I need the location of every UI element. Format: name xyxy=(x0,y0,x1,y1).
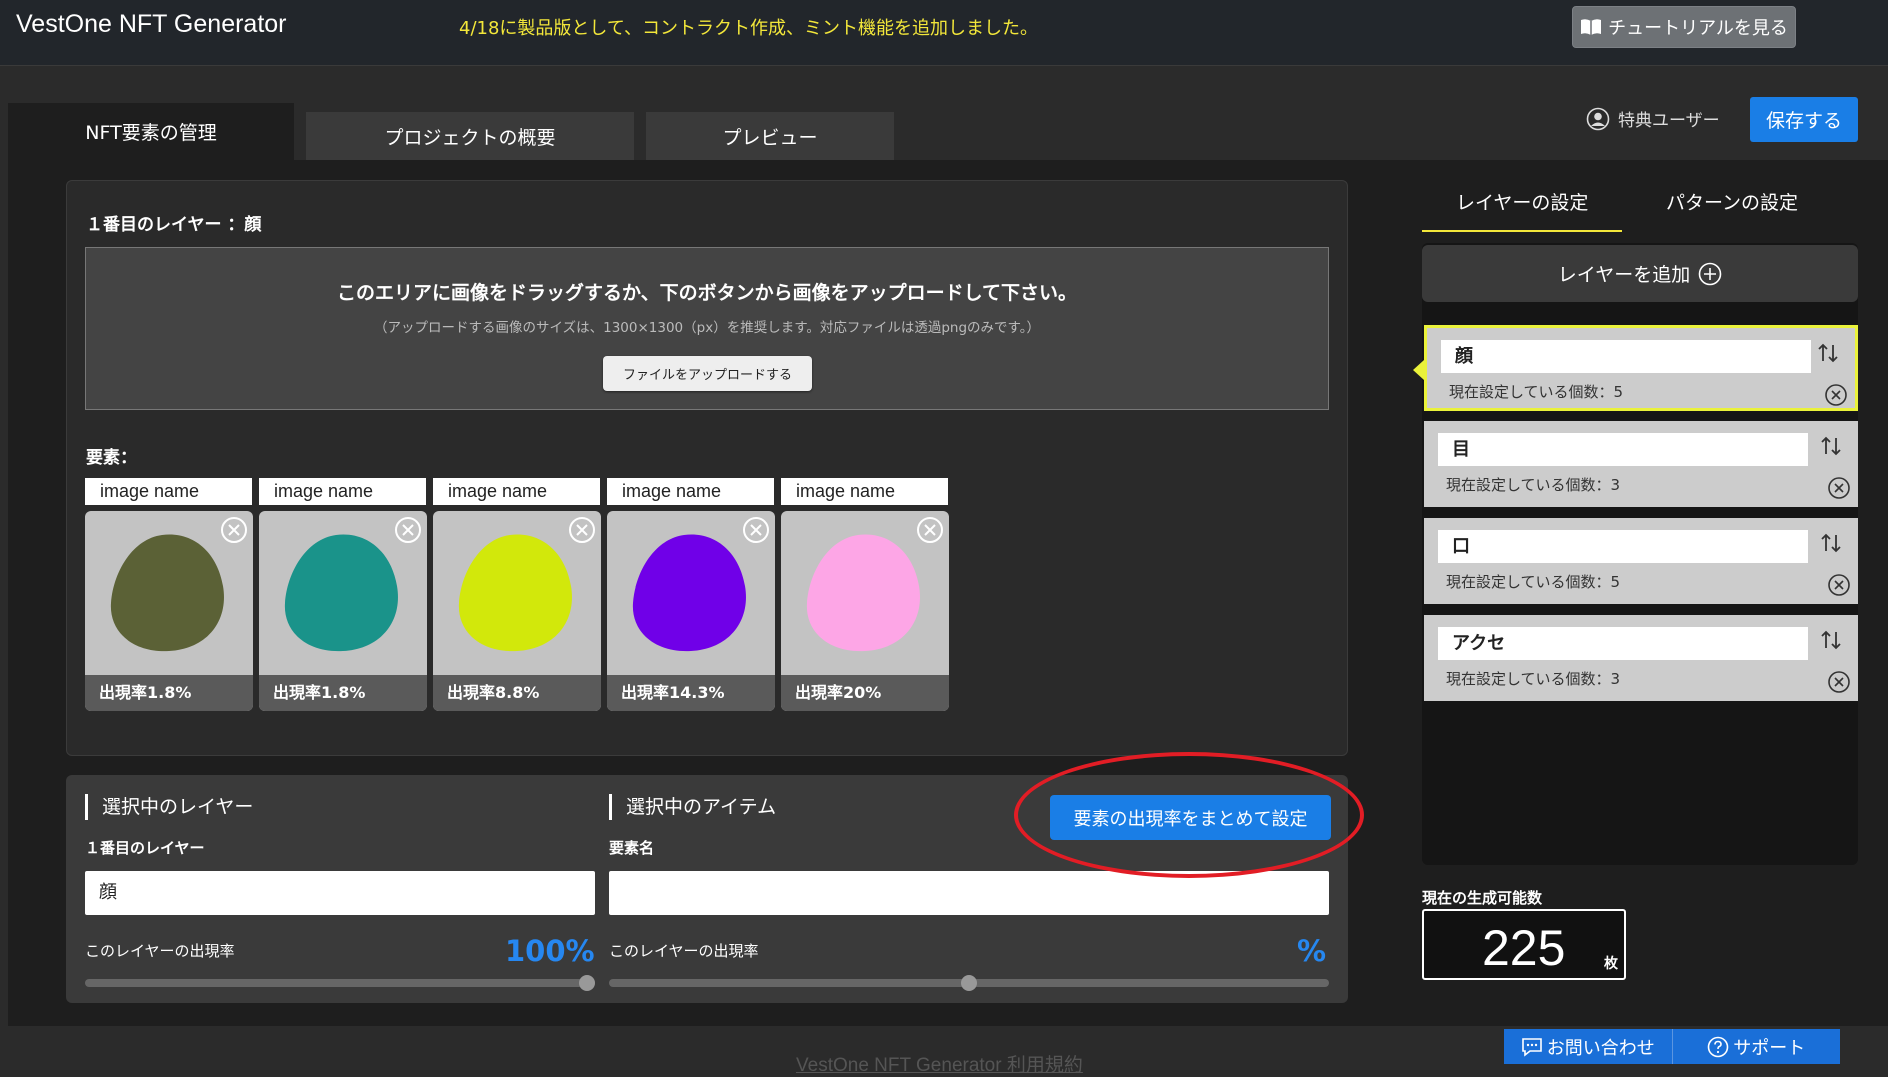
tab-nft-elements[interactable]: NFT要素の管理 xyxy=(8,103,294,160)
element-name-input[interactable]: image name xyxy=(85,478,252,505)
remove-element-icon[interactable] xyxy=(393,515,423,545)
element-card[interactable]: 出現率14.3% xyxy=(607,511,775,711)
layer-name-field[interactable]: 顔 xyxy=(85,871,595,915)
element-rate: 出現率8.8% xyxy=(433,675,601,711)
layer-item-name[interactable]: 顔 xyxy=(1441,340,1811,373)
generatable-count-label: 現在の生成可能数 xyxy=(1422,889,1543,907)
layer-rate-slider[interactable] xyxy=(85,975,595,991)
selected-layer-title: 選択中のレイヤー xyxy=(85,794,253,820)
element-name-input[interactable]: image name xyxy=(607,478,774,505)
app-title: VestOne NFT Generator xyxy=(16,10,287,38)
element-name-input[interactable]: image name xyxy=(259,478,426,505)
layer-item-name[interactable]: 目 xyxy=(1438,433,1808,466)
tutorial-button[interactable]: チュートリアルを見る xyxy=(1572,6,1796,48)
tab-preview[interactable]: プレビュー xyxy=(646,112,894,160)
item-rate-value: % xyxy=(1297,934,1327,968)
item-name-field[interactable] xyxy=(609,871,1329,915)
layer-item[interactable]: 目 現在設定している個数：3 xyxy=(1424,421,1858,507)
remove-element-icon[interactable] xyxy=(219,515,249,545)
tab-pattern-settings[interactable]: パターンの設定 xyxy=(1666,188,1798,215)
sort-icon[interactable] xyxy=(1820,532,1842,554)
layer-rate-slider-knob[interactable] xyxy=(579,975,595,991)
remove-element-icon[interactable] xyxy=(741,515,771,545)
element-card[interactable]: 出現率1.8% xyxy=(85,511,253,711)
element-rate: 出現率14.3% xyxy=(607,675,775,711)
support-label: サポート xyxy=(1733,1037,1806,1059)
item-rate-slider[interactable] xyxy=(609,975,1329,991)
remove-layer-icon[interactable] xyxy=(1826,572,1852,598)
remove-element-icon[interactable] xyxy=(915,515,945,545)
item-rate-label: このレイヤーの出現率 xyxy=(609,942,759,960)
remove-layer-icon[interactable] xyxy=(1826,475,1852,501)
dropzone-subtitle: （アップロードする画像のサイズは、1300×1300（px）を推奨します。対応フ… xyxy=(374,320,1040,336)
layer-item-name[interactable]: 口 xyxy=(1438,530,1808,563)
elements-label: 要素： xyxy=(86,448,137,468)
sort-icon[interactable] xyxy=(1817,342,1839,364)
user-label: 特典ユーザー xyxy=(1618,111,1720,131)
plus-circle-icon xyxy=(1698,262,1722,285)
layer-item-count: 現在設定している個数：5 xyxy=(1449,383,1624,401)
element-thumbnail xyxy=(284,534,398,652)
question-circle-icon xyxy=(1707,1036,1729,1057)
chat-icon xyxy=(1521,1037,1542,1057)
layer-item[interactable]: アクセ 現在設定している個数：3 xyxy=(1424,615,1858,701)
element-thumbnail xyxy=(110,534,224,652)
tutorial-label: チュートリアルを見る xyxy=(1608,18,1788,39)
tab-layer-settings[interactable]: レイヤーの設定 xyxy=(1456,188,1588,215)
generatable-count-box: 225 枚 xyxy=(1422,909,1626,980)
save-button[interactable]: 保存する xyxy=(1750,97,1858,142)
add-layer-button[interactable]: レイヤーを追加 xyxy=(1422,245,1858,302)
dropzone-title: このエリアに画像をドラッグするか、下のボタンから画像をアップロードして下さい。 xyxy=(336,282,1078,304)
announcement: 4/18に製品版として、コントラクト作成、ミント機能を追加しました。 xyxy=(459,18,1038,39)
remove-element-icon[interactable] xyxy=(567,515,597,545)
generatable-count-value: 225 xyxy=(1482,920,1566,976)
image-dropzone[interactable]: このエリアに画像をドラッグするか、下のボタンから画像をアップロードして下さい。 … xyxy=(85,247,1329,410)
selected-item-title: 選択中のアイテム xyxy=(609,794,776,820)
layer-heading: １番目のレイヤー ：顔 xyxy=(86,215,262,235)
terms-link[interactable]: VestOne NFT Generator 利用規約 xyxy=(796,1050,1083,1077)
layer-rate-label: このレイヤーの出現率 xyxy=(85,942,235,960)
element-rate: 出現率1.8% xyxy=(259,675,427,711)
layer-item-count: 現在設定している個数：3 xyxy=(1446,670,1621,688)
sort-icon[interactable] xyxy=(1820,435,1842,457)
layer-number-label: １番目のレイヤー xyxy=(85,839,205,857)
element-card[interactable]: 出現率1.8% xyxy=(259,511,427,711)
top-bar: VestOne NFT Generator 4/18に製品版として、コントラクト… xyxy=(0,0,1888,66)
annotation-circle xyxy=(1014,752,1364,878)
element-rate: 出現率1.8% xyxy=(85,675,253,711)
layer-item-name[interactable]: アクセ xyxy=(1438,627,1808,660)
help-bar: お問い合わせ サポート xyxy=(1504,1029,1840,1064)
upload-file-button[interactable]: ファイルをアップロードする xyxy=(603,356,812,391)
contact-button[interactable]: お問い合わせ xyxy=(1504,1029,1673,1064)
user-icon xyxy=(1586,107,1610,130)
layer-item[interactable]: 顔 現在設定している個数：5 xyxy=(1424,325,1858,411)
book-icon xyxy=(1581,19,1602,35)
sort-icon[interactable] xyxy=(1820,629,1842,651)
element-thumbnail xyxy=(458,534,572,652)
layer-item[interactable]: 口 現在設定している個数：5 xyxy=(1424,518,1858,604)
contact-label: お問い合わせ xyxy=(1546,1037,1655,1059)
tab-project-overview[interactable]: プロジェクトの概要 xyxy=(306,112,634,160)
add-layer-label: レイヤーを追加 xyxy=(1557,264,1691,286)
element-name-input[interactable]: image name xyxy=(433,478,600,505)
item-rate-slider-knob[interactable] xyxy=(961,975,977,991)
element-thumbnail xyxy=(632,534,746,652)
remove-layer-icon[interactable] xyxy=(1826,669,1852,695)
layer-rate-value: 100% xyxy=(505,934,595,968)
selected-layer-pointer xyxy=(1413,360,1424,380)
layer-item-count: 現在設定している個数：3 xyxy=(1446,476,1621,494)
layer-item-count: 現在設定している個数：5 xyxy=(1446,573,1621,591)
element-rate: 出現率20% xyxy=(781,675,949,711)
element-name-input[interactable]: image name xyxy=(781,478,948,505)
remove-layer-icon[interactable] xyxy=(1823,382,1849,408)
element-card[interactable]: 出現率20% xyxy=(781,511,949,711)
element-name-label: 要素名 xyxy=(609,839,655,857)
generatable-count-unit: 枚 xyxy=(1604,956,1618,972)
element-thumbnail xyxy=(806,534,920,652)
support-button[interactable]: サポート xyxy=(1673,1029,1841,1064)
user-indicator[interactable]: 特典ユーザー xyxy=(1586,106,1720,131)
element-card[interactable]: 出現率8.8% xyxy=(433,511,601,711)
active-tab-underline xyxy=(1422,230,1622,232)
